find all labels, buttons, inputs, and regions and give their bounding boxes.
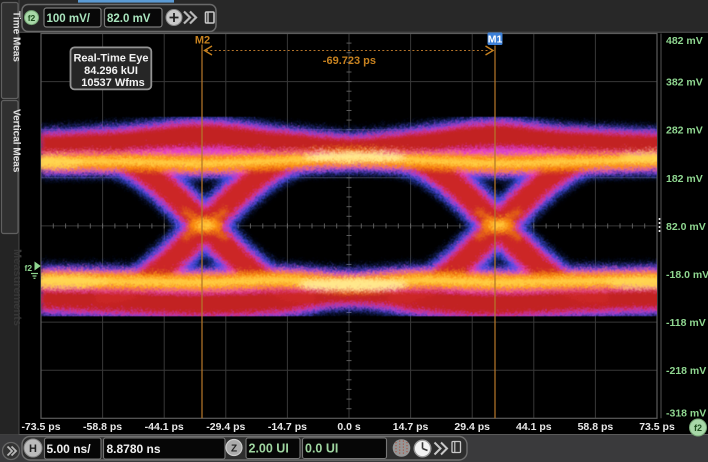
svg-text:82.0 mV: 82.0 mV [107,13,151,25]
svg-text:8.8780 ns: 8.8780 ns [107,442,161,456]
svg-text:282 mV: 282 mV [666,125,703,137]
svg-text:-44.1 ps: -44.1 ps [145,421,184,433]
svg-text:482 mV: 482 mV [666,35,703,47]
svg-text:f2: f2 [25,263,33,273]
svg-text:H: H [29,443,37,455]
svg-text:44.1 ps: 44.1 ps [516,421,552,433]
svg-text:84.296 kUI: 84.296 kUI [84,65,138,77]
svg-text:M1: M1 [488,34,503,46]
svg-text:Measurements: Measurements [11,249,23,326]
svg-text:2.00 UI: 2.00 UI [249,442,289,456]
svg-text:-58.8 ps: -58.8 ps [83,421,122,433]
svg-text:29.4 ps: 29.4 ps [454,421,490,433]
svg-text:-14.7 ps: -14.7 ps [268,421,307,433]
svg-text:82.0 mV: 82.0 mV [666,221,706,233]
svg-text:73.5 ps: 73.5 ps [639,421,675,433]
svg-text:Real-Time Eye: Real-Time Eye [73,53,148,65]
svg-text:Time Meas: Time Meas [11,11,22,62]
svg-text:-69.723 ps: -69.723 ps [323,55,376,67]
svg-text:0.0 s: 0.0 s [337,421,361,433]
svg-text:58.8 ps: 58.8 ps [578,421,614,433]
svg-text:100 mV/: 100 mV/ [47,13,91,25]
svg-text:M2: M2 [195,35,210,47]
svg-text:f2: f2 [694,423,702,433]
svg-text:f2: f2 [28,13,36,23]
svg-text:182 mV: 182 mV [666,173,703,185]
svg-text:14.7 ps: 14.7 ps [393,421,429,433]
svg-text:5.00 ns/: 5.00 ns/ [47,442,92,456]
svg-text:0.0 UI: 0.0 UI [305,442,338,456]
svg-text:Z: Z [231,444,237,455]
svg-text:382 mV: 382 mV [666,77,703,89]
svg-text:-29.4 ps: -29.4 ps [206,421,245,433]
svg-text:10537 Wfms: 10537 Wfms [81,77,145,89]
svg-text:-73.5 ps: -73.5 ps [21,421,60,433]
svg-text:-218 mV: -218 mV [666,365,706,377]
svg-text:-318 mV: -318 mV [666,408,706,420]
svg-text:Vertical Meas: Vertical Meas [11,109,22,173]
svg-text:-18.0 mV: -18.0 mV [666,269,708,281]
svg-text:-118 mV: -118 mV [666,317,706,329]
